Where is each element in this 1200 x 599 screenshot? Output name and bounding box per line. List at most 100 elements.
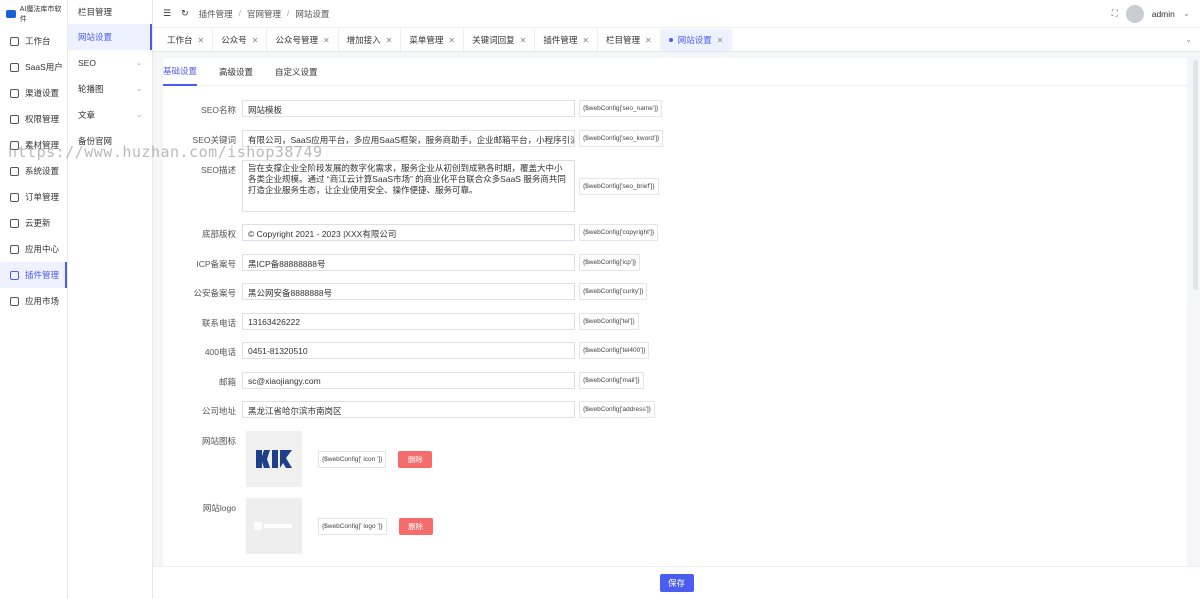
sidebar-item-app-center[interactable]: 应用中心 (0, 236, 67, 262)
page-tabs: 工作台 ✕ 公众号 ✕ 公众号管理 ✕ 增加接入 ✕ 菜单管理 ✕ 关键词回复 ✕ 插件管理… (153, 28, 1200, 52)
seo-description-textarea[interactable]: 旨在支撑企业全阶段发展的数字化需求，服务企业从初创到成熟各时期，覆盖大中小各类企… (242, 160, 575, 212)
sidebar-item-plugins[interactable]: 插件管理 (0, 262, 67, 288)
chevron-down-icon: ⌄ (136, 86, 142, 93)
settings-panel: 基础设置 高级设置 自定义设置 SEO名称 网站模板 {$webConfig['… (163, 58, 1187, 568)
avatar[interactable] (1125, 4, 1144, 23)
form-row-icp: ICP备案号 黑ICP备88888888号 {$webConfig['icp']… (163, 254, 641, 271)
breadcrumb: 插件管理 / 官网管理 / 网站设置 (198, 7, 330, 20)
username[interactable]: admin (1152, 9, 1175, 19)
chevron-down-icon: ⌄ (136, 112, 142, 119)
subnav-item-backup[interactable]: 备份官网 (68, 128, 152, 154)
subnav-item-site-settings[interactable]: 网站设置 (68, 24, 152, 50)
close-icon[interactable]: ✕ (323, 36, 330, 45)
site-logo-upload[interactable] (246, 498, 302, 554)
tab-keyword-reply[interactable]: 关键词回复 ✕ (464, 29, 536, 51)
site-icon-upload[interactable] (246, 431, 302, 487)
lock-icon (10, 114, 19, 124)
copyright-input[interactable]: © Copyright 2021 - 2023 |XXX有限公司 (242, 224, 575, 241)
channel-icon (10, 88, 19, 98)
settings-subtabs: 基础设置 高级设置 自定义设置 (163, 58, 1187, 86)
seo-keywords-input[interactable]: 有限公司，SaaS应用平台，多应用SaaS框架，服务商助手，企业邮箱平台，小程序… (242, 130, 575, 147)
bottom-bar: 保存 (153, 566, 1200, 599)
subnav-item-seo[interactable]: SEO ⌄ (68, 50, 152, 76)
address-input[interactable]: 黑龙江省哈尔滨市南岗区 (242, 401, 575, 418)
app-logo[interactable]: AI魔法库市软件 (0, 0, 67, 28)
close-icon[interactable]: ✕ (198, 36, 205, 45)
scrollbar[interactable] (1193, 60, 1198, 290)
email-field[interactable]: sc@xiaojiangy.com (242, 372, 575, 389)
sidebar-item-saas-users[interactable]: SaaS用户 (0, 54, 67, 80)
sidebar-item-orders[interactable]: 订单管理 (0, 184, 67, 210)
form-row-address: 公司地址 黑龙江省哈尔滨市南岗区 {$webConfig['address']} (163, 401, 655, 418)
sidebar-item-assets[interactable]: 素材管理 (0, 132, 67, 158)
close-icon[interactable]: ✕ (252, 36, 259, 45)
sidebar-item-market[interactable]: 应用市场 (0, 288, 67, 314)
breadcrumb-item[interactable]: 插件管理 (199, 8, 233, 20)
tel-input[interactable]: 13163426222 (242, 313, 575, 330)
sidebar-item-channel[interactable]: 渠道设置 (0, 80, 67, 106)
sidebar-item-permissions[interactable]: 权限管理 (0, 106, 67, 132)
subtab-custom[interactable]: 自定义设置 (275, 58, 318, 86)
sidebar-item-workbench[interactable]: 工作台 (0, 28, 67, 54)
refresh-icon[interactable]: ↻ (181, 8, 189, 19)
template-tag: {$webConfig['seo_brief']} (579, 178, 659, 195)
sidebar-item-system[interactable]: 系统设置 (0, 158, 67, 184)
close-icon[interactable]: ✕ (448, 36, 455, 45)
tab-menu-mgmt[interactable]: 菜单管理 ✕ (401, 29, 465, 51)
close-icon[interactable]: ✕ (645, 36, 652, 45)
template-tag: {$webConfig['address']} (579, 401, 655, 418)
form-row-seo-keywords: SEO关键词 有限公司，SaaS应用平台，多应用SaaS框架，服务商助手，企业邮… (163, 130, 664, 147)
form-row-mail: 邮箱 sc@xiaojiangy.com {$webConfig['mail']… (163, 372, 644, 389)
breadcrumb-item[interactable]: 官网管理 (247, 8, 281, 20)
tab-official-account[interactable]: 公众号 ✕ (213, 29, 268, 51)
tab-workbench[interactable]: 工作台 ✕ (159, 29, 214, 51)
template-tag: {$webConfig[' logo ']} (318, 517, 387, 535)
subtab-basic[interactable]: 基础设置 (163, 58, 198, 86)
fullscreen-icon[interactable]: ⛶ (1112, 8, 1118, 19)
gear-icon (10, 166, 19, 176)
chevron-down-icon[interactable]: ⌄ (1185, 35, 1200, 44)
subnav-item-articles[interactable]: 文章 ⌄ (68, 102, 152, 128)
close-icon[interactable]: ✕ (386, 36, 393, 45)
template-tag: {$webConfig['mail']} (579, 372, 644, 389)
delete-logo-button[interactable]: 删除 (398, 517, 433, 535)
save-button[interactable]: 保存 (659, 574, 694, 592)
top-bar: ☰ ↻ 插件管理 / 官网管理 / 网站设置 ⛶ admin ⌄ (153, 0, 1200, 28)
close-icon[interactable]: ✕ (717, 36, 724, 45)
tab-plugin-mgmt[interactable]: 插件管理 ✕ (535, 29, 599, 51)
form-row-security: 公安备案号 黑公网安备8888888号 {$webConfig['curity'… (163, 283, 648, 300)
logo-icon (6, 10, 16, 18)
rocket-icon (10, 218, 19, 228)
tel400-input[interactable]: 0451-81320510 (242, 342, 575, 359)
site-logo-image (254, 522, 292, 530)
tab-column-mgmt[interactable]: 栏目管理 ✕ (598, 29, 661, 51)
delete-icon-button[interactable]: 删除 (398, 450, 433, 468)
subnav-item-carousel[interactable]: 轮播图 ⌄ (68, 76, 152, 102)
chevron-down-icon[interactable]: ⌄ (1183, 8, 1190, 19)
breadcrumb-item: 网站设置 (295, 8, 330, 19)
icp-input[interactable]: 黑ICP备88888888号 (242, 254, 575, 271)
primary-sidebar: AI魔法库市软件 工作台 SaaS用户 渠道设置 权限管理 素材管理 系统设置 … (0, 0, 68, 599)
template-tag: {$webConfig['curity']} (579, 283, 648, 300)
template-tag: {$webConfig[' icon ']} (318, 450, 387, 468)
tab-site-settings[interactable]: 网站设置 ✕ (660, 29, 733, 51)
menu-fold-icon[interactable]: ☰ (163, 8, 171, 19)
form-row-copyright: 底部版权 © Copyright 2021 - 2023 |XXX有限公司 {$… (163, 224, 659, 241)
sidebar-item-cloud-update[interactable]: 云更新 (0, 210, 67, 236)
plugin-icon (10, 270, 19, 280)
subtab-advanced[interactable]: 高级设置 (219, 58, 253, 86)
chevron-down-icon: ⌄ (136, 60, 142, 67)
seo-name-input[interactable]: 网站模板 (242, 100, 575, 117)
tab-add-access[interactable]: 增加接入 ✕ (339, 29, 402, 51)
order-icon (10, 192, 19, 202)
template-tag: {$webConfig['seo_kword']} (579, 130, 664, 147)
close-icon[interactable]: ✕ (582, 36, 589, 45)
site-icon-image (256, 450, 292, 468)
tab-official-account-mgmt[interactable]: 公众号管理 ✕ (267, 29, 339, 51)
form-row-seo-description: SEO描述 旨在支撑企业全阶段发展的数字化需求，服务企业从初创到成熟各时期，覆盖… (163, 160, 659, 212)
security-record-input[interactable]: 黑公网安备8888888号 (242, 283, 575, 300)
app-logo-text: AI魔法库市软件 (19, 6, 62, 23)
close-icon[interactable]: ✕ (520, 36, 527, 45)
subnav-item-columns[interactable]: 栏目管理 (68, 0, 152, 24)
active-dot-icon (668, 38, 673, 42)
